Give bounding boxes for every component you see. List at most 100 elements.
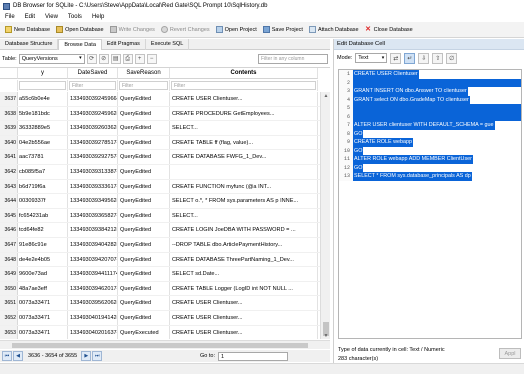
horizontal-scrollbar[interactable] (0, 340, 330, 349)
set-null-icon[interactable]: ∅ (446, 52, 458, 64)
column-header-y[interactable]: y (18, 68, 68, 79)
table-row[interactable]: 36385b9e181bdc133493039245962425QueryEdi… (0, 106, 330, 122)
import-icon[interactable]: ⇩ (418, 52, 430, 64)
print-icon[interactable]: ⎙ (122, 54, 133, 64)
write-changes-button[interactable]: Write Changes (107, 23, 158, 36)
row-number[interactable]: 3641 (0, 150, 18, 164)
filter-input-datesaved[interactable]: Filter (69, 81, 116, 90)
cell-y[interactable]: 0073a33471 (18, 296, 68, 310)
row-number[interactable]: 3648 (0, 252, 18, 267)
column-header-contents[interactable]: Contents (170, 68, 318, 79)
cell-contents[interactable]: --DROP TABLE dbo.ArticlePaymentHistory..… (170, 237, 318, 252)
cell-editor[interactable]: 1 CREATE USER Clientuser 2 3 GRANT INSERT ON… (338, 69, 522, 339)
table-row[interactable]: 3643b6d719f6a133493039333617434QueryEdit… (0, 179, 330, 195)
goto-input[interactable]: 1 (218, 351, 288, 361)
last-record-icon[interactable]: ⏭ (92, 351, 103, 361)
table-row[interactable]: 364791e86c91e133493039404282439QueryEdit… (0, 237, 330, 253)
cell-y[interactable]: 0073a33471 (18, 325, 68, 339)
save-project-button[interactable]: Save Project (260, 23, 306, 36)
vertical-scrollbar[interactable]: ▲ ▼ (320, 92, 330, 339)
cell-y[interactable]: de4e2e4b05 (18, 252, 68, 267)
menu-edit[interactable]: Edit (20, 14, 40, 20)
table-row[interactable]: 3641aac73781133493039292757430QueryEdite… (0, 150, 330, 165)
table-row[interactable]: 363936332889e5133493039260362427QueryEdi… (0, 121, 330, 136)
tab-database-structure[interactable]: Database Structure (0, 39, 59, 50)
cell-savereason[interactable]: QueryExecuted (118, 325, 170, 339)
row-number[interactable]: 3642 (0, 164, 18, 179)
table-select[interactable]: QueryVersions ▾ (18, 54, 85, 64)
word-wrap-icon[interactable]: ↵ (404, 52, 416, 64)
cell-datesaved[interactable]: 133493039292757430 (68, 150, 118, 164)
cell-datesaved[interactable]: 133493039260362427 (68, 121, 118, 135)
cell-datesaved[interactable]: 133493040201637448 (68, 325, 118, 339)
save-table-icon[interactable]: ▤ (110, 54, 121, 64)
cell-savereason[interactable]: QueryEdited (118, 164, 170, 179)
cell-contents[interactable]: SELECT... (170, 121, 318, 135)
cell-y[interactable]: 5b9e181bdc (18, 106, 68, 121)
row-number[interactable]: 3639 (0, 121, 18, 135)
column-header-datesaved[interactable]: DateSaved (68, 68, 118, 79)
table-row[interactable]: 3646tcd64fe82133493039384212429QueryEdit… (0, 223, 330, 238)
scroll-down-icon[interactable]: ▼ (322, 332, 330, 339)
cell-savereason[interactable]: QueryEdited (118, 252, 170, 267)
cell-datesaved[interactable]: 133493039562062427 (68, 296, 118, 310)
cell-contents[interactable]: CREATE USER Clientuser... (170, 296, 318, 310)
tab-browse-data[interactable]: Browse Data (58, 39, 102, 50)
row-number[interactable]: 3645 (0, 208, 18, 223)
mode-select[interactable]: Text ▾ (355, 53, 388, 63)
cell-contents[interactable]: CREATE TABLE Logger (LogID int NOT NULL … (170, 281, 318, 296)
cell-savereason[interactable]: QueryEdited (118, 296, 170, 310)
filter-input-savereason[interactable]: Filter (119, 81, 168, 90)
cell-y[interactable]: b6d719f6a (18, 179, 68, 194)
cell-contents[interactable]: CREATE TABLE ff (flag, value)... (170, 135, 318, 150)
row-number[interactable]: 3638 (0, 106, 18, 121)
row-number[interactable]: 3644 (0, 194, 18, 208)
table-row[interactable]: 3642cb085f5a7133493039313387437QueryEdit… (0, 164, 330, 180)
cell-y[interactable]: 04e2b556ae (18, 135, 68, 150)
cell-y[interactable]: 36332889e5 (18, 121, 68, 135)
table-row[interactable]: 365048a7ae3eff133493039462017434QueryEdi… (0, 281, 330, 297)
cell-savereason[interactable]: QueryEdited (118, 106, 170, 121)
refresh-icon[interactable]: ⟳ (86, 54, 97, 64)
insert-record-icon[interactable]: + (134, 54, 145, 64)
table-row[interactable]: 36499600e73ad133493039441117428QueryEdit… (0, 267, 330, 282)
cell-y[interactable]: 9600e73ad (18, 267, 68, 281)
cell-contents[interactable]: SELECT o.*, * FROM sys.parameters AS p I… (170, 194, 318, 208)
table-row[interactable]: 36520073a33471133493040194142432QueryEdi… (0, 310, 330, 326)
cell-datesaved[interactable]: 133493039384212429 (68, 223, 118, 237)
row-number[interactable]: 3650 (0, 281, 18, 296)
cell-y[interactable]: 0073a33471 (18, 310, 68, 325)
table-row[interactable]: 364400309337f133493039349562427QueryEdit… (0, 194, 330, 209)
auto-switch-icon[interactable]: ⇄ (390, 52, 402, 64)
cell-savereason[interactable]: QueryEdited (118, 237, 170, 252)
cell-datesaved[interactable]: 133493039365827428 (68, 208, 118, 223)
cell-datesaved[interactable]: 133493039349562427 (68, 194, 118, 208)
row-number[interactable]: 3653 (0, 325, 18, 339)
menu-file[interactable]: File (0, 14, 20, 20)
cell-contents[interactable]: CREATE USER Clientuser... (170, 310, 318, 325)
row-number[interactable]: 3646 (0, 223, 18, 237)
close-database-button[interactable]: ✕ Close Database (362, 23, 416, 36)
cell-datesaved[interactable]: 133493039462017434 (68, 281, 118, 296)
cell-contents[interactable]: SELECT... (170, 208, 318, 223)
export-icon[interactable]: ⇧ (432, 52, 444, 64)
revert-changes-button[interactable]: Revert Changes (158, 23, 213, 36)
menu-view[interactable]: View (40, 14, 63, 20)
cell-savereason[interactable]: QueryEdited (118, 179, 170, 194)
table-row[interactable]: 3648de4e2e4b05133493039420707433QueryEdi… (0, 252, 330, 268)
table-row[interactable]: 36510073a33471133493039562062427QueryEdi… (0, 296, 330, 311)
row-number[interactable]: 3649 (0, 267, 18, 281)
open-database-button[interactable]: Open Database (53, 23, 107, 36)
delete-record-icon[interactable]: − (146, 54, 157, 64)
menu-tools[interactable]: Tools (63, 14, 87, 20)
cell-contents[interactable]: SELECT sd.Date... (170, 267, 318, 281)
row-number[interactable]: 3651 (0, 296, 18, 310)
cell-y[interactable]: a55c6b0e4e (18, 92, 68, 106)
cell-y[interactable]: tcd64fe82 (18, 223, 68, 237)
row-number[interactable]: 3643 (0, 179, 18, 194)
cell-contents[interactable]: CREATE USER Clientuser... (170, 92, 318, 106)
table-row[interactable]: 36530073a33471133493040201637448QueryExe… (0, 325, 330, 339)
cell-datesaved[interactable]: 133493039404282439 (68, 237, 118, 252)
cell-datesaved[interactable]: 133493039278517430 (68, 135, 118, 150)
cell-datesaved[interactable]: 133493040194142432 (68, 310, 118, 325)
